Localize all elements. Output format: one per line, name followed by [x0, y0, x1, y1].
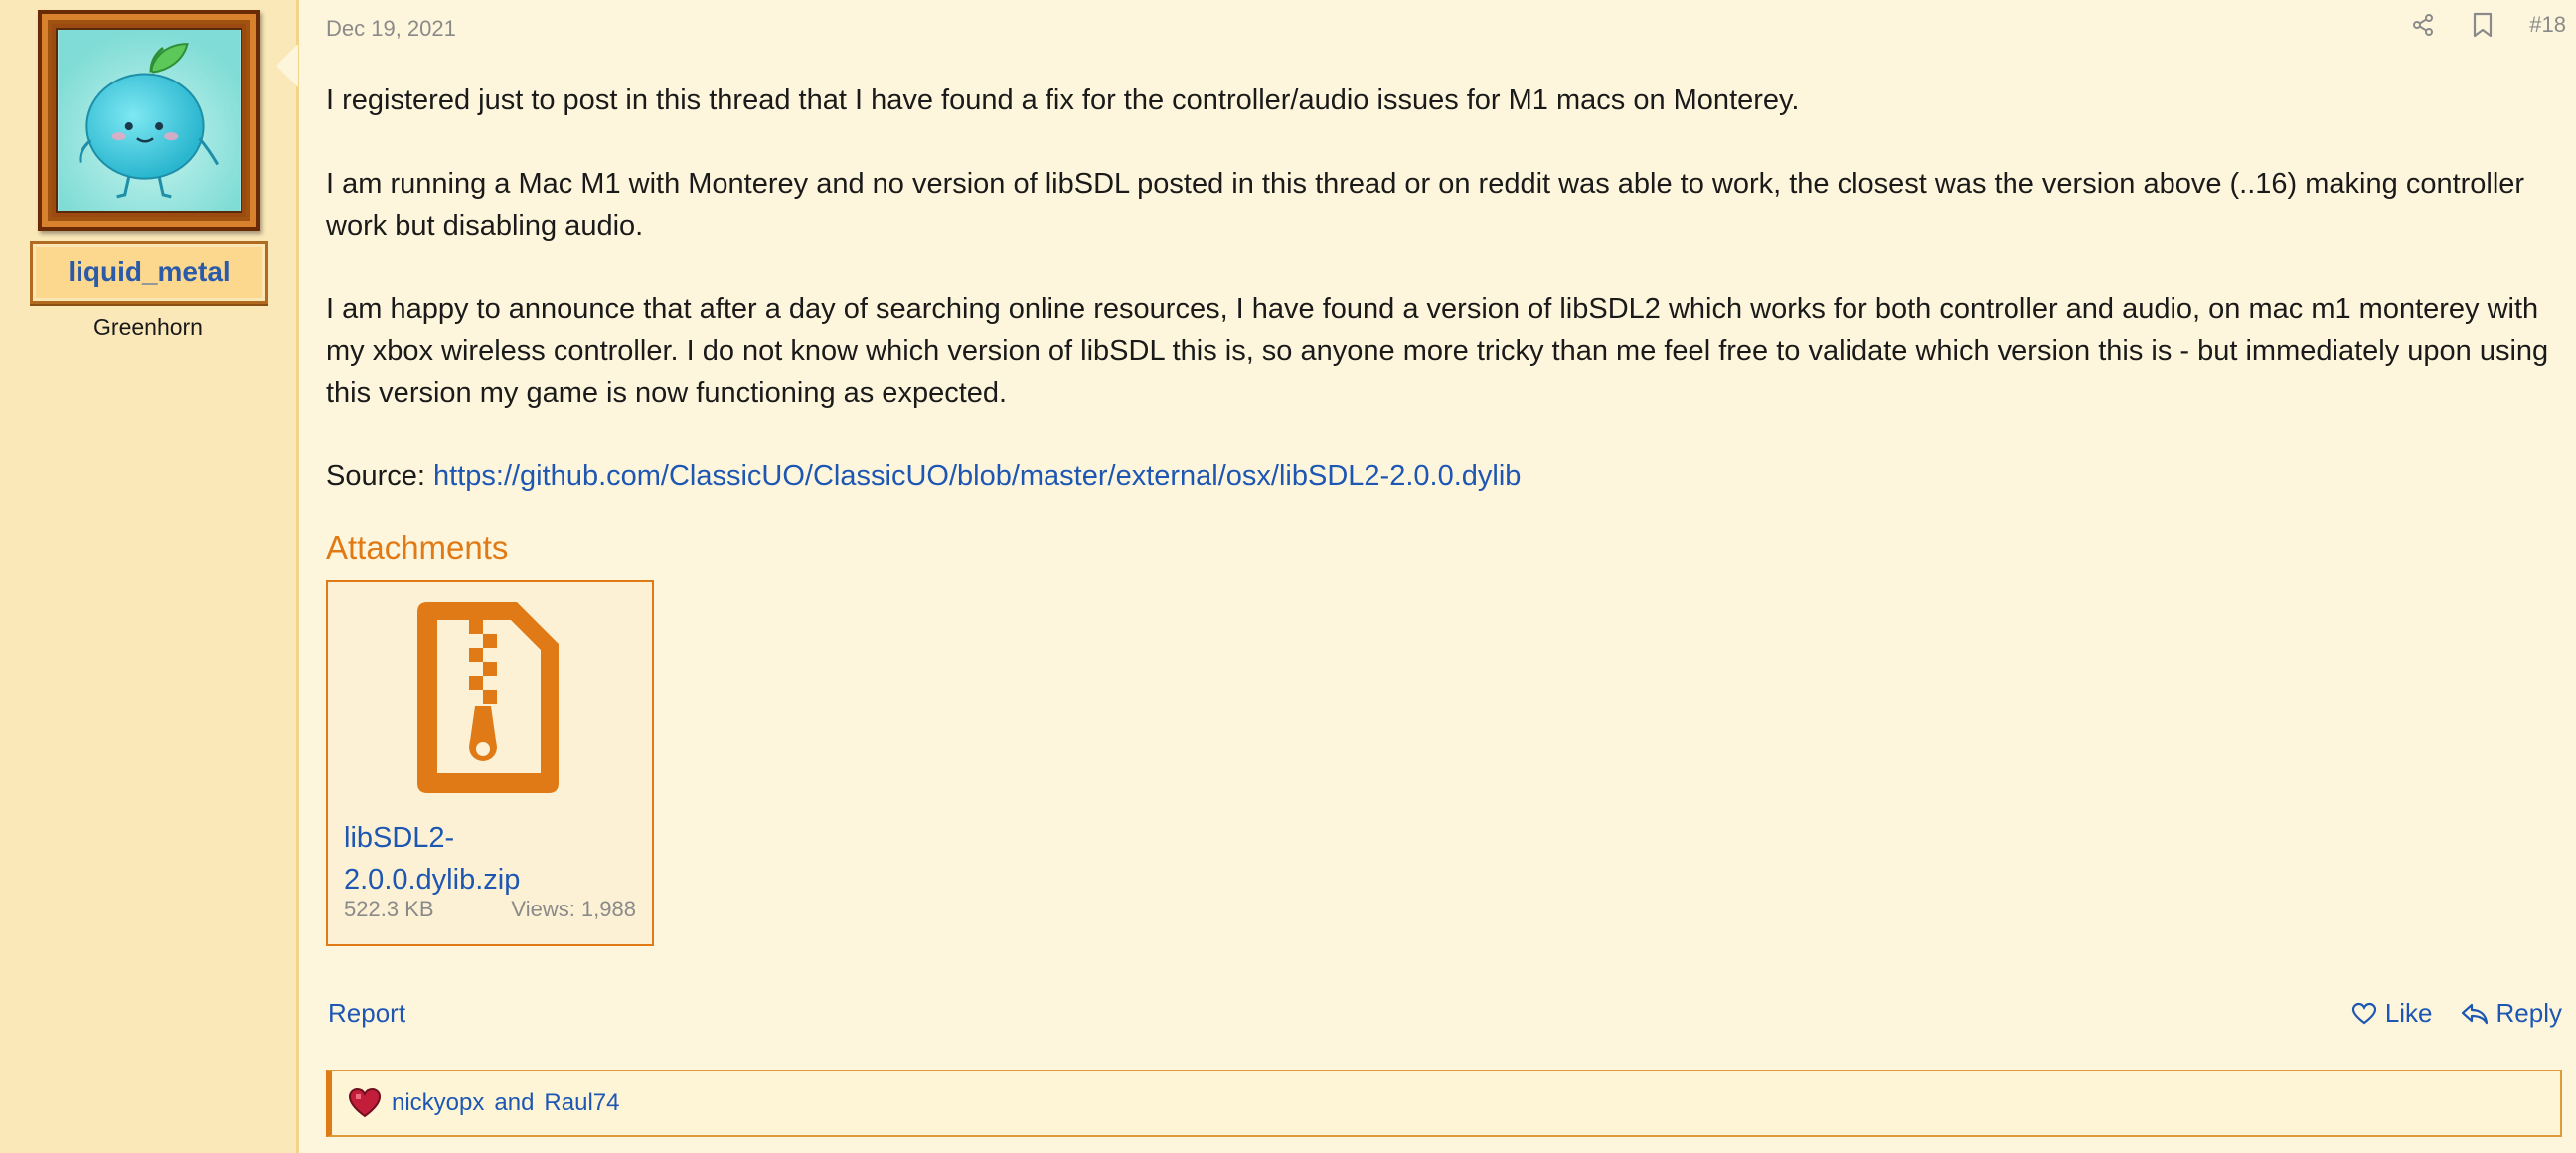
report-button[interactable]: Report [328, 998, 405, 1029]
username-plate: liquid_metal [30, 241, 268, 304]
message-tools: #18 [2410, 12, 2566, 38]
share-icon[interactable] [2410, 12, 2436, 38]
avatar-frame[interactable] [38, 10, 260, 231]
like-label: Like [2384, 998, 2433, 1028]
attachment-views: Views: 1,988 [511, 897, 636, 921]
attachments-heading: Attachments [326, 529, 509, 566]
reactions-bar: nickyopx and Raul74 [326, 1070, 2562, 1137]
post-number[interactable]: #18 [2529, 12, 2566, 38]
post-paragraph: I am running a Mac M1 with Monterey and … [326, 168, 2525, 242]
attachment-card[interactable]: libSDL2- 2.0.0.dylib.zip 522.3 KB Views:… [326, 580, 654, 946]
file-name-part: libSDL2- [344, 822, 455, 854]
post-actions: Like Reply [2351, 998, 2562, 1029]
attachment-file-name[interactable]: libSDL2- 2.0.0.dylib.zip [344, 817, 553, 901]
attachment-size: 522.3 KB [344, 897, 434, 921]
username-link[interactable]: liquid_metal [68, 256, 230, 288]
source-line: Source: https://github.com/ClassicUO/Cla… [326, 455, 2552, 497]
avatar[interactable] [56, 28, 242, 213]
like-button[interactable]: Like [2351, 998, 2433, 1029]
avatar-image [59, 30, 240, 211]
post-paragraph: I registered just to post in this thread… [326, 84, 1800, 116]
zip-file-icon[interactable] [413, 598, 563, 797]
reaction-user-link[interactable]: Raul74 [544, 1089, 619, 1117]
bookmark-icon[interactable] [2470, 12, 2496, 38]
message-body: I registered just to post in this thread… [326, 80, 2552, 539]
source-label: Source: [326, 460, 425, 492]
message-arrow [276, 44, 298, 87]
reply-icon [2461, 1003, 2488, 1024]
user-title: Greenhorn [93, 314, 203, 340]
message-header: Dec 19, 2021 #18 [326, 12, 2566, 44]
reply-button[interactable]: Reply [2461, 998, 2562, 1029]
source-link[interactable]: https://github.com/ClassicUO/ClassicUO/b… [433, 460, 1521, 492]
reaction-user-link[interactable]: nickyopx [392, 1089, 484, 1117]
heart-icon[interactable] [348, 1087, 382, 1119]
file-name-part: 2.0.0.dylib.zip [344, 864, 521, 896]
user-sidebar: liquid_metal Greenhorn [0, 0, 299, 1153]
post-date[interactable]: Dec 19, 2021 [326, 16, 456, 42]
post-paragraph: I am happy to announce that after a day … [326, 293, 2549, 409]
reaction-joiner: and [494, 1089, 535, 1116]
heart-outline-icon [2351, 1002, 2376, 1024]
reply-label: Reply [2496, 998, 2562, 1028]
